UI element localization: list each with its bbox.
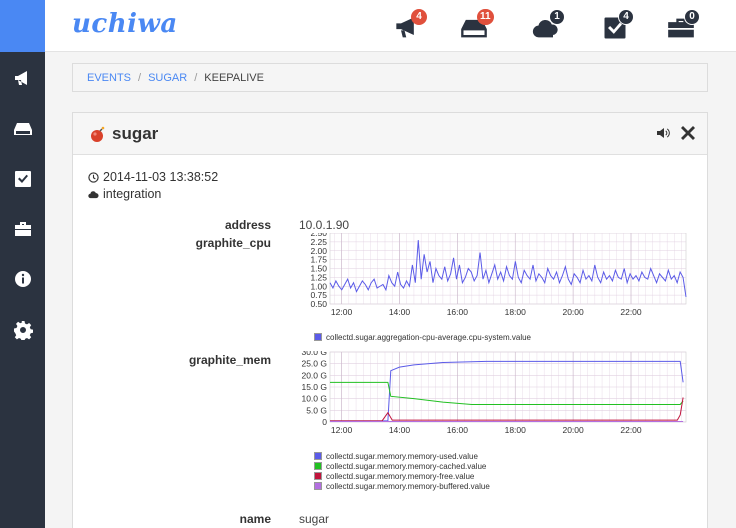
silence-button[interactable]	[656, 125, 674, 143]
y-tick-label: 20.0 G	[301, 370, 327, 380]
cpu-legend: collectd.sugar.aggregation-cpu-average.c…	[314, 332, 531, 342]
x-tick-label: 22:00	[620, 307, 642, 317]
events-count-badge: 4	[411, 9, 427, 25]
nav-datacenters[interactable]: 1	[532, 9, 566, 40]
legend-label: collectd.sugar.memory.memory-free.value	[326, 471, 475, 481]
info-icon	[14, 271, 31, 287]
legend-item: collectd.sugar.memory.memory-free.value	[314, 471, 490, 481]
stashes-count-badge: 0	[684, 9, 700, 25]
breadcrumb-separator: /	[194, 71, 198, 84]
cloud-icon	[88, 190, 99, 198]
topbar: uchiwa 4 11 1 4 0	[45, 0, 736, 52]
gear-icon	[13, 321, 33, 340]
close-icon	[681, 126, 695, 140]
legend-swatch	[314, 462, 322, 470]
bomb-icon	[91, 126, 105, 142]
sidebar	[0, 0, 45, 528]
graphite-cpu-label: graphite_cpu	[195, 236, 271, 250]
sidebar-item-checks[interactable]	[0, 159, 45, 199]
mem-legend: collectd.sugar.memory.memory-used.value …	[314, 451, 490, 491]
legend-item: collectd.sugar.memory.memory-buffered.va…	[314, 481, 490, 491]
client-panel: sugar 2014-11-03 13:38:52 integration ad…	[72, 112, 708, 528]
datacenters-count-badge: 1	[549, 9, 565, 25]
breadcrumb: EVENTS / SUGAR / KEEPALIVE	[72, 63, 708, 92]
nav-checks[interactable]: 4	[601, 9, 635, 40]
checkbox-icon	[14, 171, 31, 187]
y-tick-label: 10.0 G	[301, 394, 327, 404]
graphite-cpu-chart: 2.502.252.001.751.501.251.000.750.5012:0…	[310, 233, 687, 317]
checks-count-badge: 4	[618, 9, 634, 25]
legend-swatch	[314, 452, 322, 460]
x-tick-label: 18:00	[505, 307, 527, 317]
sidebar-item-settings[interactable]	[0, 310, 45, 350]
y-tick-label: 5.0 G	[306, 405, 327, 415]
legend-label: collectd.sugar.memory.memory-cached.valu…	[326, 461, 487, 471]
panel-title: sugar	[112, 124, 159, 143]
name-value: sugar	[299, 512, 330, 526]
volume-icon	[657, 128, 670, 138]
legend-item: collectd.sugar.aggregation-cpu-average.c…	[314, 332, 531, 342]
megaphone-icon	[14, 71, 27, 85]
brand-logo[interactable]: uchiwa	[72, 9, 178, 39]
breadcrumb-events[interactable]: EVENTS	[87, 72, 131, 84]
x-tick-label: 14:00	[389, 307, 411, 317]
x-tick-label: 14:00	[389, 425, 411, 435]
y-tick-label: 25.0 G	[301, 359, 327, 369]
delete-button[interactable]	[680, 125, 698, 143]
legend-label: collectd.sugar.aggregation-cpu-average.c…	[326, 332, 532, 342]
breadcrumb-check: KEEPALIVE	[204, 71, 264, 84]
server-icon	[13, 123, 32, 135]
x-tick-label: 12:00	[331, 425, 353, 435]
y-tick-label: 0.50	[310, 299, 327, 309]
address-value: 10.0.1.90	[299, 218, 350, 232]
x-tick-label: 20:00	[562, 425, 584, 435]
breadcrumb-separator: /	[138, 71, 142, 84]
breadcrumb-client[interactable]: SUGAR	[148, 72, 187, 84]
datacenter: integration	[88, 187, 161, 201]
x-tick-label: 22:00	[620, 425, 642, 435]
briefcase-icon	[14, 222, 31, 236]
graphite-mem-chart: 30.0 G 25.0 G20.0 G 15.0 G 10.0 G5.0 G 0 12:0…	[301, 351, 687, 435]
clients-count-badge: 11	[477, 9, 494, 25]
legend-label: collectd.sugar.memory.memory-used.value	[326, 451, 478, 461]
legend-item: collectd.sugar.memory.memory-cached.valu…	[314, 461, 490, 471]
sidebar-item-stashes[interactable]	[0, 209, 45, 249]
nav-clients[interactable]: 11	[460, 9, 494, 40]
panel-header: sugar	[73, 113, 707, 155]
sidebar-logo-strip	[0, 0, 45, 52]
x-tick-label: 16:00	[447, 425, 469, 435]
sidebar-item-info[interactable]	[0, 259, 45, 299]
x-tick-label: 18:00	[505, 425, 527, 435]
legend-label: collectd.sugar.memory.memory-buffered.va…	[326, 481, 490, 491]
timestamp: 2014-11-03 13:38:52	[88, 170, 218, 184]
nav-events[interactable]: 4	[394, 9, 428, 40]
x-tick-label: 16:00	[447, 307, 469, 317]
legend-swatch	[314, 472, 322, 480]
address-label: address	[224, 218, 271, 232]
y-tick-label: 30.0 G	[301, 351, 327, 357]
nav-stashes[interactable]: 0	[667, 9, 701, 40]
x-tick-label: 12:00	[331, 307, 353, 317]
clock-icon	[88, 171, 99, 183]
datacenter-text: integration	[103, 187, 162, 201]
legend-swatch	[314, 482, 322, 490]
sidebar-item-events[interactable]	[0, 58, 45, 98]
y-tick-label: 0	[322, 417, 327, 427]
graphite-mem-label: graphite_mem	[188, 353, 271, 367]
timestamp-text: 2014-11-03 13:38:52	[103, 170, 219, 184]
x-tick-label: 20:00	[562, 307, 584, 317]
name-label: name	[239, 512, 271, 526]
sidebar-item-clients[interactable]	[0, 109, 45, 149]
y-tick-label: 15.0 G	[301, 382, 327, 392]
legend-item: collectd.sugar.memory.memory-used.value	[314, 451, 490, 461]
legend-swatch	[314, 333, 322, 341]
